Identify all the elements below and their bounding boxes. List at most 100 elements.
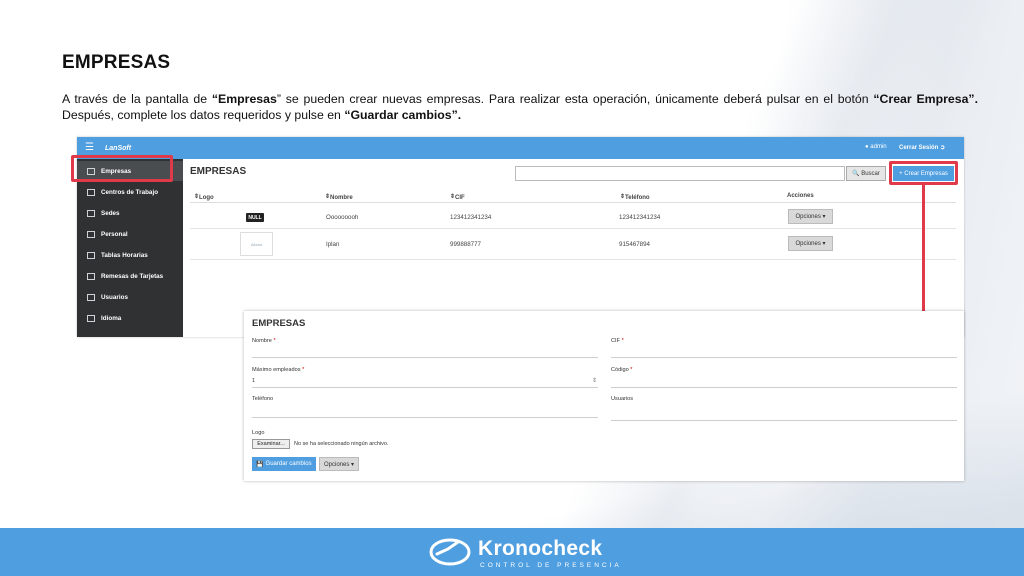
search-icon: 🔍 <box>852 171 862 177</box>
slide-paragraph: A través de la pantalla de “Empresas” se… <box>62 91 978 123</box>
search-button-label: Buscar <box>861 170 880 177</box>
search-button[interactable]: 🔍 Buscar <box>846 166 886 181</box>
sidebar-item-centros[interactable]: Centros de Trabajo <box>77 182 183 202</box>
codigo-field[interactable] <box>611 387 957 388</box>
cell-cif: 123412341234 <box>450 214 492 221</box>
sidebar-item-label: Usuarios <box>101 293 128 301</box>
sidebar-item-personal[interactable]: Personal <box>77 224 183 244</box>
max-empleados-field[interactable] <box>252 387 598 388</box>
app-sidebar: Empresas Centros de Trabajo Sedes Person… <box>77 159 183 337</box>
options-button[interactable]: Opciones ▾ <box>788 236 833 251</box>
card-icon <box>87 272 95 280</box>
nombre-field[interactable] <box>252 357 598 358</box>
required-mark: * <box>302 367 305 373</box>
app-logo: LanSoft <box>105 145 132 152</box>
save-icon: 💾 <box>256 461 266 468</box>
office-icon <box>87 209 95 217</box>
logout-link[interactable]: Cerrar Sesión ➲ <box>899 144 945 151</box>
paragraph-text-1: A través de la pantalla de <box>62 92 212 106</box>
table-row: Aitana Iplan 999888777 915467894 Opcione… <box>190 230 956 260</box>
col-telefono[interactable]: ⇕ Teléfono <box>620 193 650 201</box>
search-input[interactable] <box>515 166 845 181</box>
cell-telefono: 123412341234 <box>619 214 661 221</box>
slide-title: EMPRESAS <box>62 52 171 73</box>
col-logo[interactable]: ⇕ Logo <box>194 193 214 201</box>
options-button[interactable]: Opciones ▾ <box>788 209 833 224</box>
col-nombre[interactable]: ⇕ Nombre <box>325 193 353 201</box>
users-icon <box>87 293 95 301</box>
label-text: Máximo empleados <box>252 367 301 373</box>
company-logo-thumb: Aitana <box>240 232 273 256</box>
col-label: Teléfono <box>625 195 650 201</box>
cell-cif: 999888777 <box>450 241 481 248</box>
paragraph-text-2: ” se pueden crear nuevas empresas. Para … <box>276 92 874 106</box>
label-text: Código <box>611 367 629 373</box>
page-title: EMPRESAS <box>190 166 247 177</box>
telefono-field[interactable] <box>252 417 598 418</box>
cif-label: CIF * <box>611 338 624 344</box>
app-topbar: ☰ LanSoft ● admin Cerrar Sesión ➲ <box>77 137 964 159</box>
calendar-icon <box>87 251 95 259</box>
logout-label: Cerrar Sesión <box>899 145 939 151</box>
cell-nombre: Iplan <box>326 241 340 248</box>
col-label: CIF <box>455 195 465 201</box>
col-acciones: Acciones <box>787 193 814 199</box>
brand-subtitle: CONTROL DE PRESENCIA <box>480 562 622 569</box>
col-label: Nombre <box>330 195 353 201</box>
paragraph-bold-1: “Empresas <box>211 92 277 106</box>
col-label: Logo <box>199 195 214 201</box>
sidebar-item-usuarios[interactable]: Usuarios <box>77 287 183 307</box>
sidebar-item-sedes[interactable]: Sedes <box>77 203 183 223</box>
usuarios-label: Usuarios <box>611 396 634 402</box>
label-text: CIF <box>611 338 621 344</box>
paragraph-text-3: Después, complete los datos requeridos y… <box>62 108 345 122</box>
required-mark: * <box>630 367 633 373</box>
nombre-label: Nombre * <box>252 338 276 344</box>
user-menu[interactable]: ● admin <box>865 144 887 150</box>
max-empleados-label: Máximo empleados * <box>252 367 304 373</box>
highlight-box-sidebar <box>71 155 173 182</box>
usuarios-field[interactable] <box>611 420 957 421</box>
person-icon <box>87 230 95 238</box>
max-empleados-value: 1 <box>252 378 256 384</box>
sidebar-item-label: Sedes <box>101 209 120 217</box>
cell-telefono: 915467894 <box>619 241 650 248</box>
col-cif[interactable]: ⇕ CIF <box>450 193 465 201</box>
null-logo-badge: NULL <box>246 213 264 222</box>
stepper-icon[interactable]: ⇕ <box>592 377 597 384</box>
telefono-label: Teléfono <box>252 396 274 402</box>
label-text: Nombre <box>252 338 272 344</box>
codigo-label: Código * <box>611 367 632 373</box>
save-button-label: Guardar cambios <box>265 461 312 467</box>
required-mark: * <box>273 338 276 344</box>
sidebar-item-label: Centros de Trabajo <box>101 188 159 196</box>
sidebar-item-label: Remesas de Tarjetas <box>101 272 164 280</box>
sidebar-item-label: Personal <box>101 230 128 238</box>
form-options-button[interactable]: Opciones ▾ <box>319 457 359 471</box>
paragraph-bold-2: “Crear Empresa”. <box>873 92 978 106</box>
sidebar-item-idioma[interactable]: Idioma <box>77 308 183 328</box>
sidebar-item-tablas[interactable]: Tablas Horarias <box>77 245 183 265</box>
cif-field[interactable] <box>611 357 957 358</box>
browse-button[interactable]: Examinar... <box>252 439 290 449</box>
hamburger-icon[interactable]: ☰ <box>85 142 94 153</box>
cell-nombre: Ooooooooh <box>326 214 359 221</box>
briefcase-icon <box>87 188 95 196</box>
globe-icon <box>87 314 95 322</box>
table-header: ⇕ Logo ⇕ Nombre ⇕ CIF ⇕ Teléfono Accione… <box>190 191 956 203</box>
save-button[interactable]: 💾 Guardar cambios <box>252 457 316 471</box>
required-mark: * <box>621 338 624 344</box>
file-status-text: No se ha seleccionado ningún archivo. <box>294 441 389 447</box>
form-title: EMPRESAS <box>252 318 306 329</box>
highlight-box-create <box>889 161 958 185</box>
app-screenshot-list: ☰ LanSoft ● admin Cerrar Sesión ➲ Empres… <box>71 137 964 337</box>
sidebar-item-remesas[interactable]: Remesas de Tarjetas <box>77 266 183 286</box>
user-name: admin <box>870 144 887 150</box>
kronocheck-logo-icon <box>429 538 471 566</box>
footer-bar: Kronocheck CONTROL DE PRESENCIA <box>0 528 1024 576</box>
table-row: NULL Ooooooooh 123412341234 123412341234… <box>190 205 956 229</box>
sidebar-item-label: Idioma <box>101 314 122 322</box>
brand-name: Kronocheck <box>478 537 603 560</box>
paragraph-bold-3: “Guardar cambios”. <box>344 108 462 122</box>
logo-label: Logo <box>252 430 265 436</box>
